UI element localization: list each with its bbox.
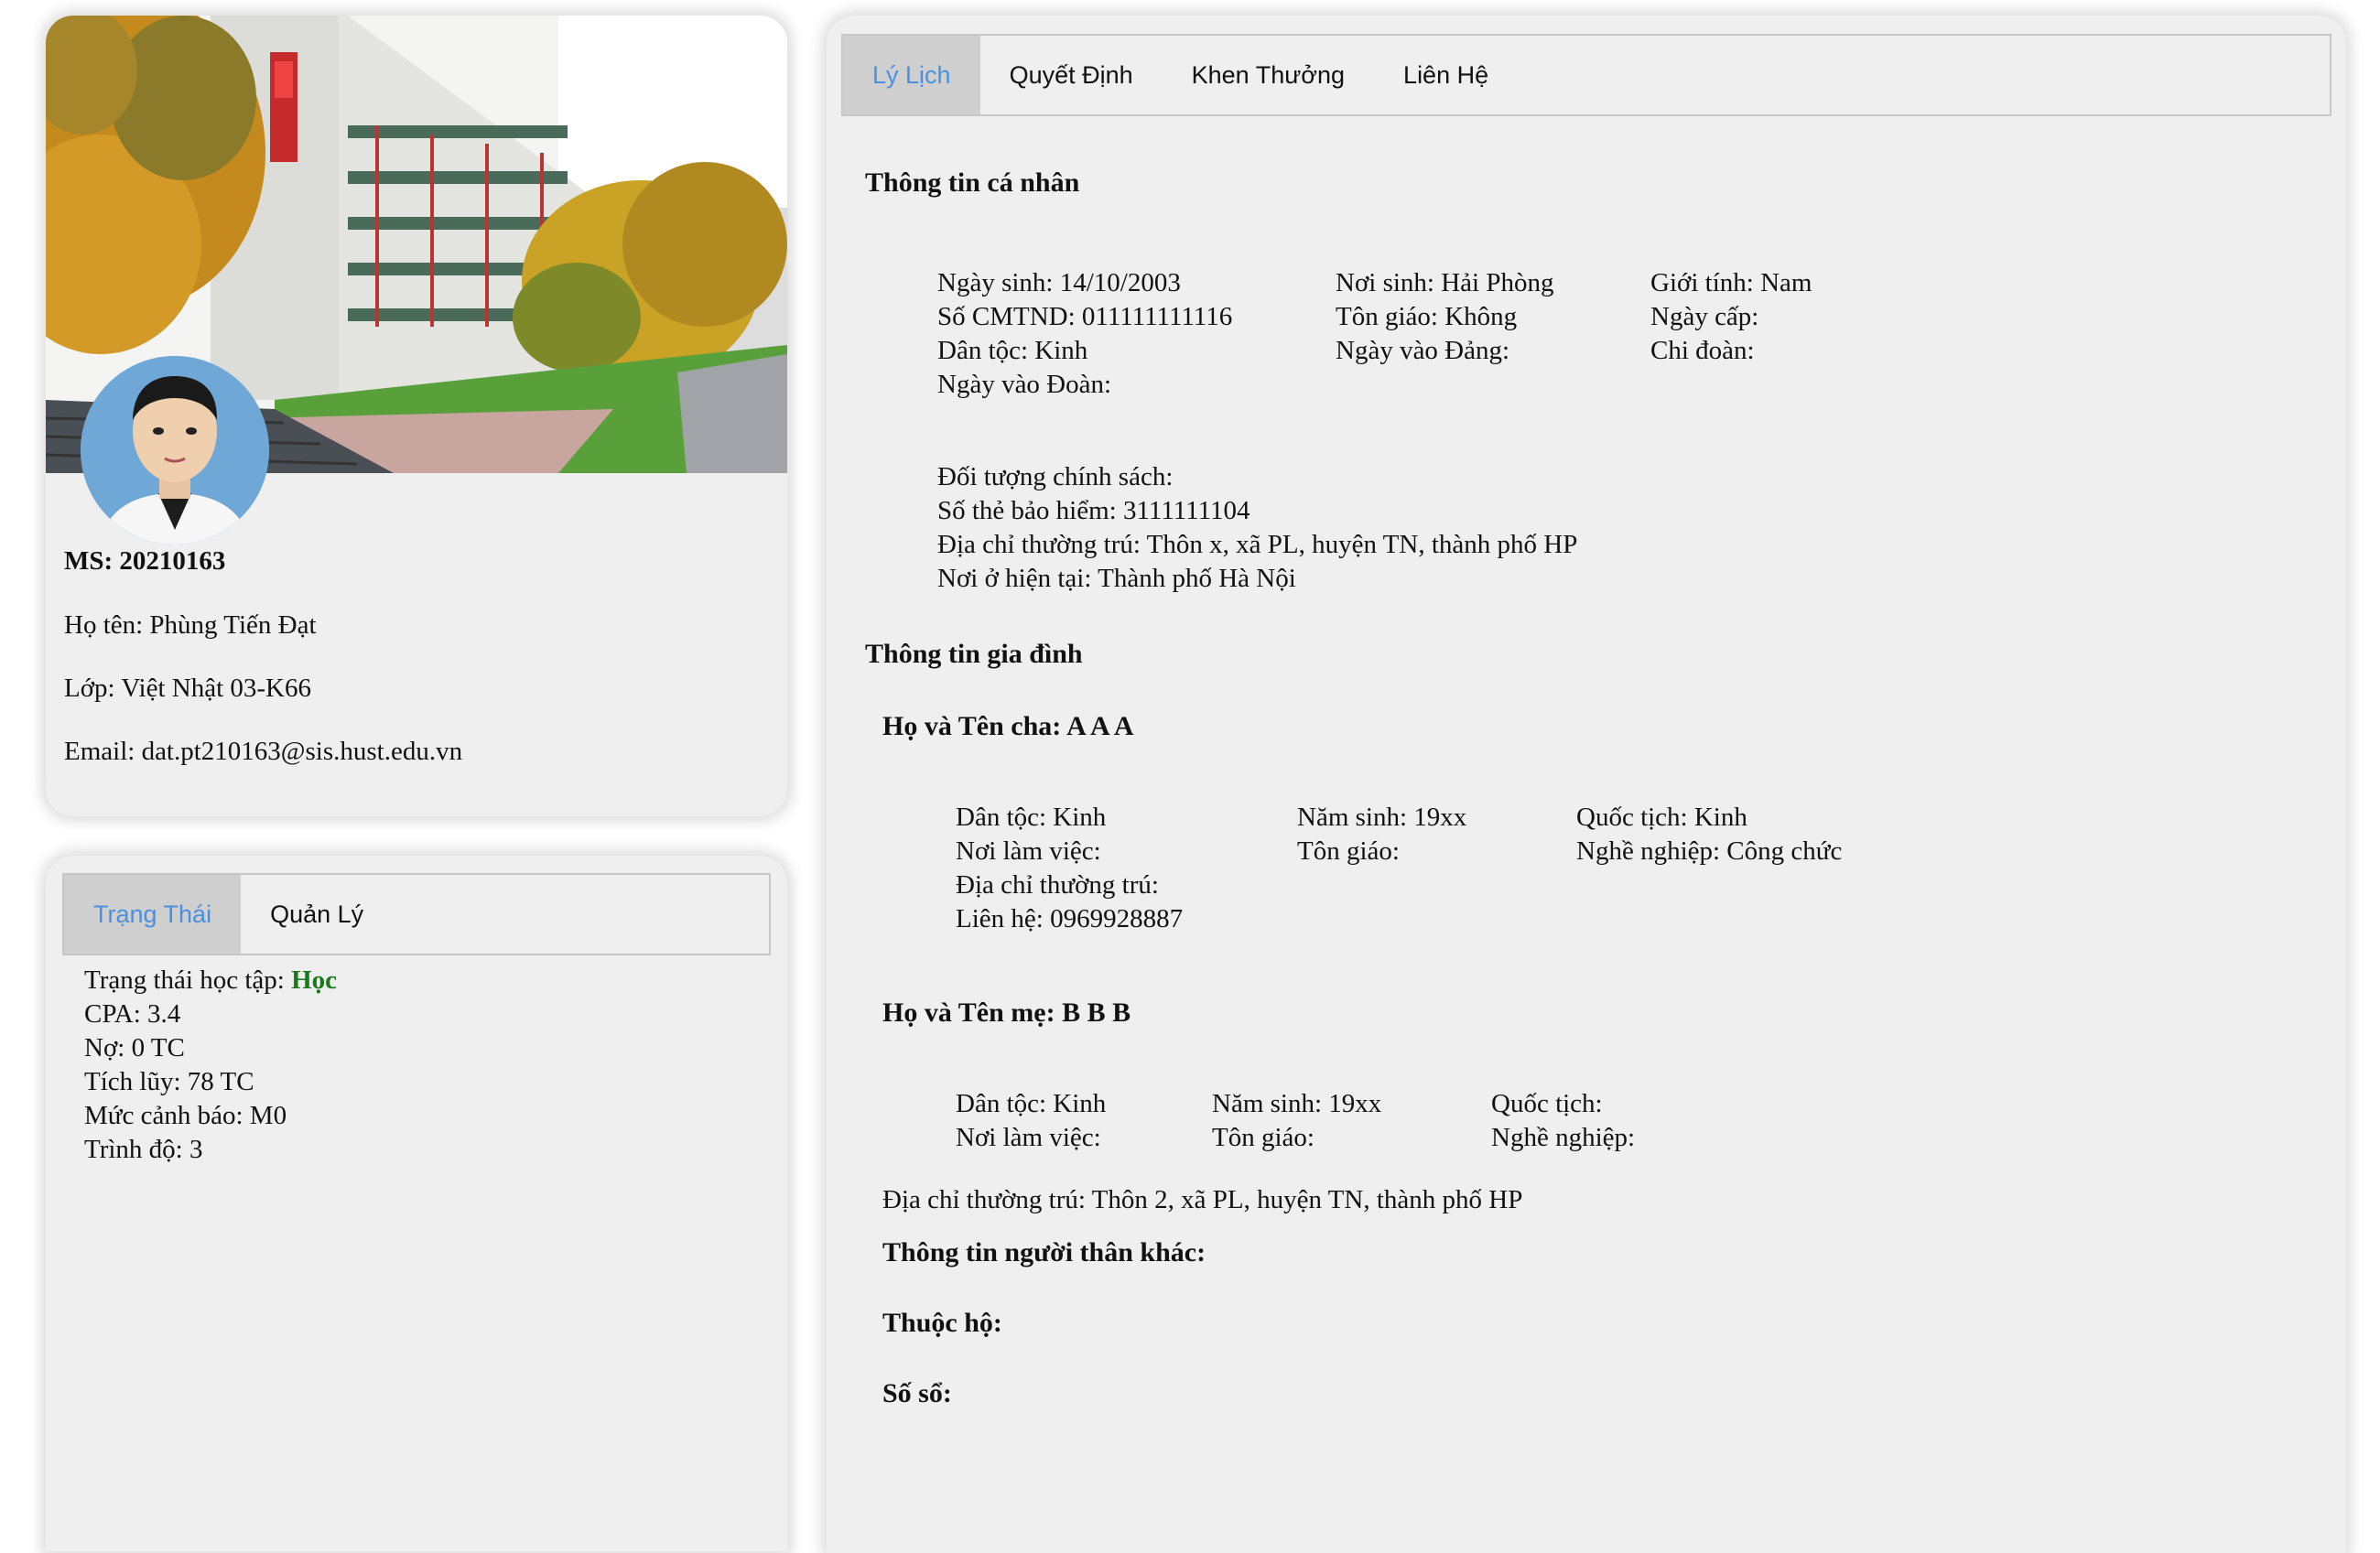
father-heading: Họ và Tên cha: A A A [882,711,1134,741]
current-address: Nơi ở hiện tại: Thành phố Hà Nội [937,564,1296,593]
warning-level: Mức cảnh báo: M0 [84,1101,287,1130]
father-nationality: Quốc tịch: Kinh [1576,803,1747,832]
tab-trang-thai[interactable]: Trạng Thái [64,875,242,954]
father-birth-year: Năm sinh: 19xx [1297,803,1467,832]
tab-ly-lich[interactable]: Lý Lịch [843,36,980,114]
detail-card: Lý Lịch Quyết Định Khen Thưởng Liên Hệ T… [827,16,2346,1553]
status-tab-bar: Trạng Thái Quản Lý [62,873,771,955]
tab-quan-ly[interactable]: Quản Lý [241,875,393,954]
cpa-value: CPA: 3.4 [84,999,181,1029]
youth-union-date: Ngày vào Đoàn: [937,370,1112,399]
mother-ethnicity: Dân tộc: Kinh [956,1089,1107,1118]
mother-birth-year: Năm sinh: 19xx [1212,1089,1382,1118]
father-ethnicity: Dân tộc: Kinh [956,803,1107,832]
insurance-number: Số thẻ bảo hiểm: 3111111104 [937,496,1250,525]
student-email: Email: dat.pt210163@sis.hust.edu.vn [64,737,463,766]
father-contact: Liên hệ: 0969928887 [956,904,1184,933]
profile-card: MS: 20210163 Họ tên: Phùng Tiến Đạt Lớp:… [46,16,787,816]
policy-target: Đối tượng chính sách: [937,462,1174,491]
mother-workplace: Nơi làm việc: [956,1123,1101,1152]
tab-quyet-dinh[interactable]: Quyết Định [980,36,1163,114]
party-date: Ngày vào Đảng: [1336,336,1510,365]
permanent-address: Địa chỉ thường trú: Thôn x, xã PL, huyện… [937,530,1578,559]
personal-info-heading: Thông tin cá nhân [865,167,1080,198]
household-label: Thuộc hộ: [882,1308,1002,1338]
gender: Giới tính: Nam [1650,268,1812,297]
relatives-heading: Thông tin người thân khác: [882,1237,1206,1267]
father-occupation: Nghề nghiệp: Công chức [1576,836,1843,866]
study-status-label: Trạng thái học tập: [84,965,292,995]
birthplace: Nơi sinh: Hải Phòng [1336,268,1554,297]
tab-khen-thuong[interactable]: Khen Thưởng [1163,36,1374,114]
mother-heading: Họ và Tên mẹ: B B B [882,998,1131,1028]
status-card: Trạng Thái Quản Lý Trạng thái học tập: H… [46,856,787,1551]
father-address: Địa chỉ thường trú: [956,870,1159,900]
student-class: Lớp: Việt Nhật 03-K66 [64,674,311,703]
accumulated-credits: Tích lũy: 78 TC [84,1067,254,1096]
dob: Ngày sinh: 14/10/2003 [937,268,1181,297]
proficiency-level: Trình độ: 3 [84,1135,203,1164]
family-info-heading: Thông tin gia đình [865,639,1083,669]
family-address: Địa chỉ thường trú: Thôn 2, xã PL, huyện… [882,1185,1523,1214]
father-religion: Tôn giáo: [1297,836,1400,866]
mother-religion: Tôn giáo: [1212,1123,1314,1152]
study-status: Trạng thái học tập: Học [84,965,337,996]
book-number-label: Số sổ: [882,1378,952,1408]
union-branch: Chi đoàn: [1650,336,1755,365]
religion: Tôn giáo: Không [1336,302,1518,331]
id-card: Số CMTND: 011111111116 [937,302,1233,331]
student-avatar [81,356,269,545]
father-workplace: Nơi làm việc: [956,836,1101,866]
student-name: Họ tên: Phùng Tiến Đạt [64,610,317,640]
detail-tab-bar: Lý Lịch Quyết Định Khen Thưởng Liên Hệ [841,34,2331,116]
issue-date: Ngày cấp: [1650,302,1759,331]
study-status-value: Học [291,965,338,995]
student-id: MS: 20210163 [64,546,226,576]
debt-credits: Nợ: 0 TC [84,1033,185,1062]
tab-lien-he[interactable]: Liên Hệ [1374,36,1518,114]
ethnicity: Dân tộc: Kinh [937,336,1088,365]
mother-occupation: Nghề nghiệp: [1491,1123,1636,1152]
mother-nationality: Quốc tịch: [1491,1089,1603,1118]
